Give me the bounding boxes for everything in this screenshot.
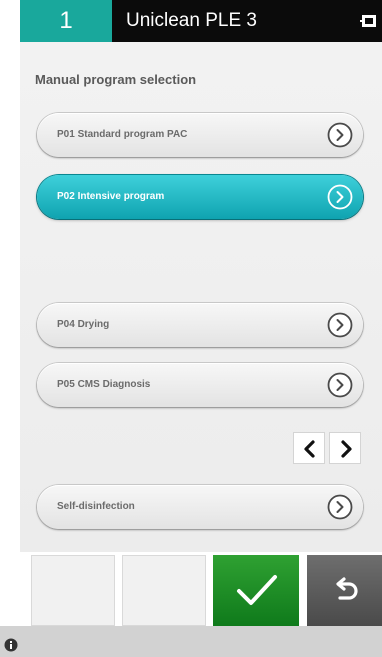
program-label: Self-disinfection [57,501,135,512]
page-navigation [293,432,363,464]
chevron-right-icon [341,440,352,458]
device-link-icon[interactable] [360,12,378,30]
confirm-button[interactable] [213,555,299,626]
chevron-right-icon [327,494,353,520]
empty-action-slot-2 [122,555,206,626]
program-label: P01 Standard program PAC [57,129,188,140]
program-label: P04 Drying [57,319,110,330]
program-label: P05 CMS Diagnosis [57,379,151,390]
chevron-right-icon [327,372,353,398]
device-name: Uniclean PLE 3 [126,10,257,31]
self-disinfection-button[interactable]: Self-disinfection [37,485,363,529]
previous-page-button[interactable] [293,432,325,464]
status-bar [0,626,382,657]
chevron-right-icon [327,122,353,148]
empty-action-slot-1 [31,555,115,626]
section-title: Manual program selection [35,72,197,87]
back-button[interactable] [307,555,382,626]
undo-icon [336,577,358,600]
chevron-right-icon [327,312,353,338]
header-bar: 1 Uniclean PLE 3 [20,0,382,42]
program-button-p05[interactable]: P05 CMS Diagnosis [37,363,363,407]
next-page-button[interactable] [329,432,361,464]
chevron-right-icon [327,184,353,210]
program-button-p02[interactable]: P02 Intensive program [37,175,363,219]
chevron-left-icon [304,440,315,458]
program-label: P02 Intensive program [57,191,165,202]
program-button-p01[interactable]: P01 Standard program PAC [37,113,363,157]
program-button-p04[interactable]: P04 Drying [37,303,363,347]
info-icon[interactable] [4,638,18,652]
station-number: 1 [20,0,112,42]
checkmark-icon [237,575,277,605]
